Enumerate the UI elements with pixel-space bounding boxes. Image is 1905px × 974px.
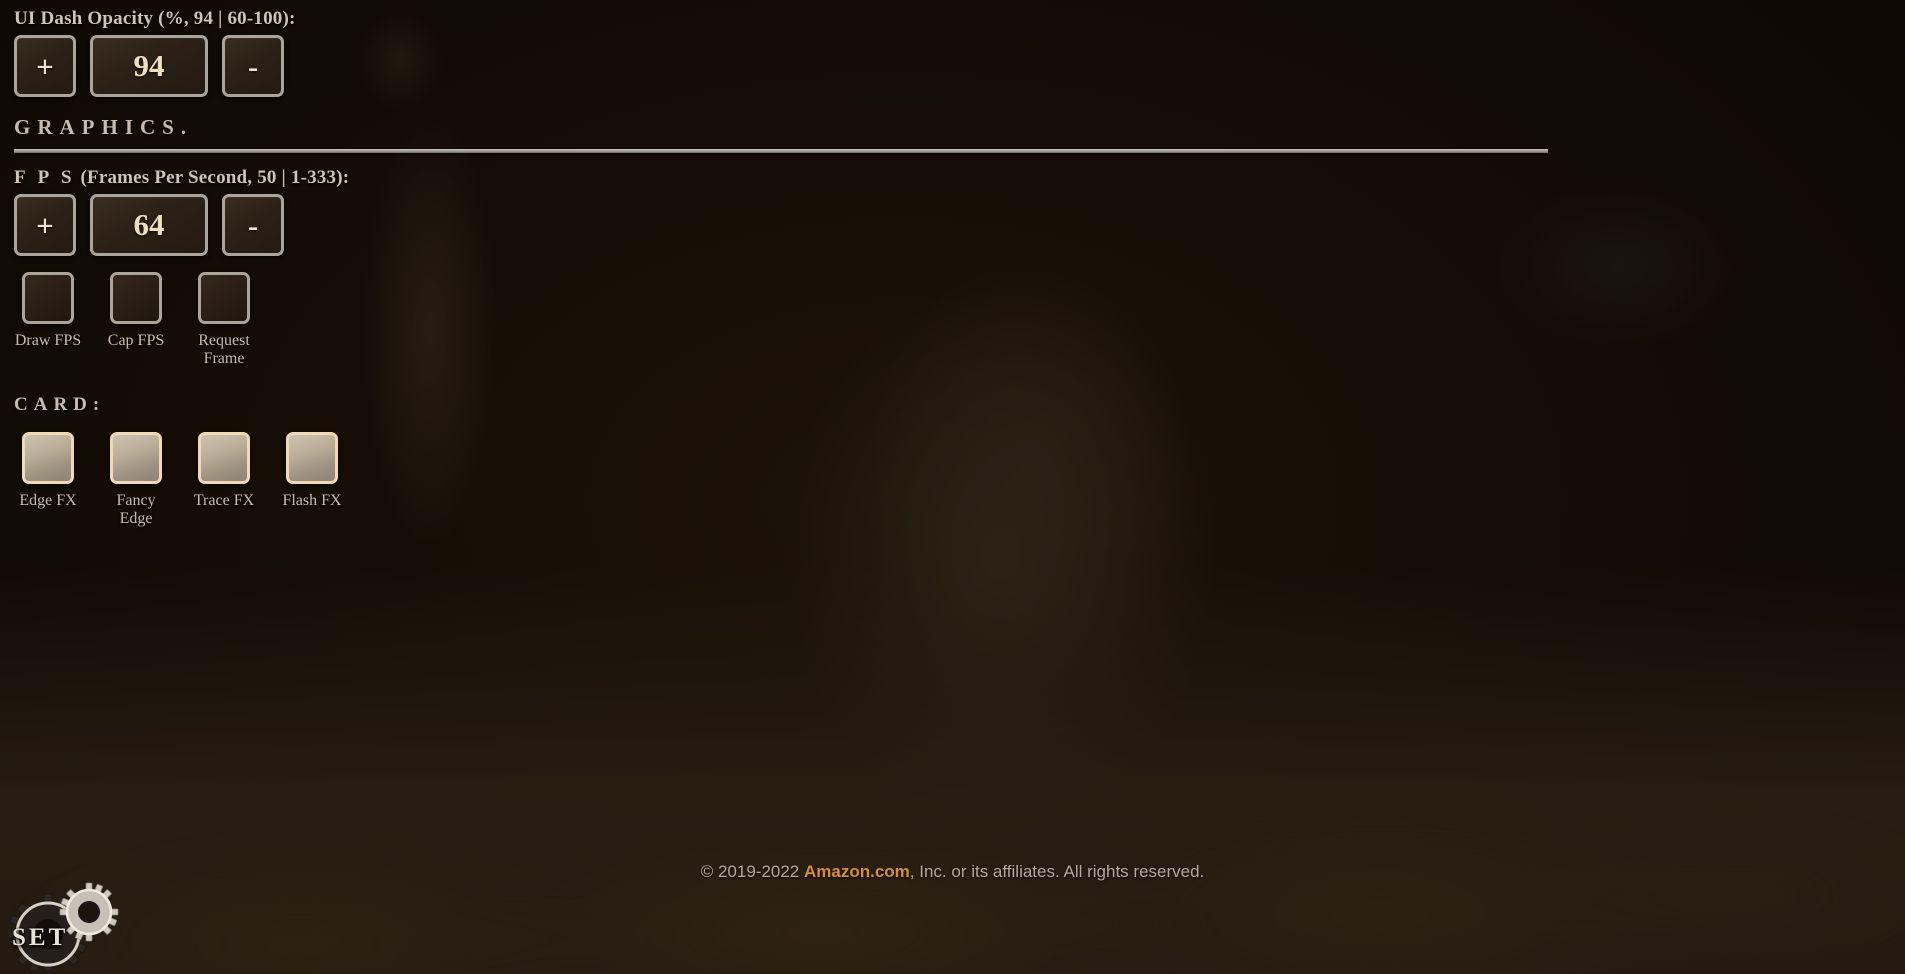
fps-value[interactable]: 64 — [90, 194, 208, 256]
ui-dash-opacity-decrement-button[interactable]: - — [222, 35, 284, 97]
settings-panel: UI Dash Opacity (%, 94 | 60-100): + 94 -… — [0, 0, 1560, 528]
ui-dash-opacity-value[interactable]: 94 — [90, 35, 208, 97]
checkbox-icon[interactable] — [110, 431, 162, 484]
card-toggle-label: Edge FX — [19, 491, 77, 509]
fps-toggle-row: Draw FPS Cap FPS Request Frame — [14, 272, 1560, 368]
checkbox-icon[interactable] — [198, 272, 250, 324]
fps-toggle-label: Request Frame — [198, 332, 250, 367]
fps-label-acronym: F P S — [14, 167, 76, 188]
checkbox-icon[interactable] — [198, 431, 250, 484]
ui-dash-opacity-increment-button[interactable]: + — [14, 35, 76, 97]
ui-dash-opacity-stepper: + 94 - — [14, 35, 1560, 97]
card-section-heading: CARD: — [14, 393, 106, 415]
checkbox-icon[interactable] — [286, 431, 338, 484]
card-toggle-row: Edge FX Fancy Edge Trace FX Flash FX — [14, 431, 1560, 528]
fps-decrement-button[interactable]: - — [222, 194, 284, 256]
fps-label-detail: (Frames Per Second, 50 | 1-333): — [75, 167, 350, 188]
fps-toggle-request-frame[interactable]: Request Frame — [190, 272, 258, 368]
fps-toggle-label: Draw FPS — [14, 332, 82, 349]
card-toggle-trace-fx[interactable]: Trace FX — [190, 431, 258, 510]
copyright-footer: © 2019-2022 Amazon.com, Inc. or its affi… — [0, 862, 1905, 882]
copyright-prefix: © 2019-2022 — [700, 862, 804, 881]
ui-dash-opacity-label: UI Dash Opacity (%, 94 | 60-100): — [14, 8, 296, 29]
set-badge-label: SET — [12, 924, 69, 951]
graphics-section-heading: GRAPHICS. — [14, 115, 194, 139]
card-toggle-fancy-edge[interactable]: Fancy Edge — [102, 431, 170, 528]
amazon-link[interactable]: Amazon.com — [804, 862, 910, 881]
fps-toggle-label: Cap FPS — [107, 332, 165, 349]
fps-stepper: + 64 - — [14, 194, 1560, 256]
checkbox-icon[interactable] — [22, 431, 74, 484]
card-toggle-label: Flash FX — [282, 491, 342, 509]
card-toggle-flash-fx[interactable]: Flash FX — [278, 431, 346, 510]
checkbox-icon[interactable] — [22, 272, 74, 324]
settings-gear-badge[interactable]: SET — [4, 880, 124, 970]
fps-toggle-draw-fps[interactable]: Draw FPS — [14, 272, 82, 350]
card-toggle-label: Fancy Edge — [116, 491, 156, 527]
graphics-section-divider — [14, 149, 1548, 153]
fps-label: F P S (Frames Per Second, 50 | 1-333): — [14, 167, 1560, 189]
card-toggle-label: Trace FX — [193, 491, 255, 509]
fps-increment-button[interactable]: + — [14, 194, 76, 256]
copyright-suffix: , Inc. or its affiliates. All rights res… — [909, 862, 1205, 881]
card-toggle-edge-fx[interactable]: Edge FX — [14, 431, 82, 510]
fps-toggle-cap-fps[interactable]: Cap FPS — [102, 272, 170, 350]
checkbox-icon[interactable] — [110, 272, 162, 324]
